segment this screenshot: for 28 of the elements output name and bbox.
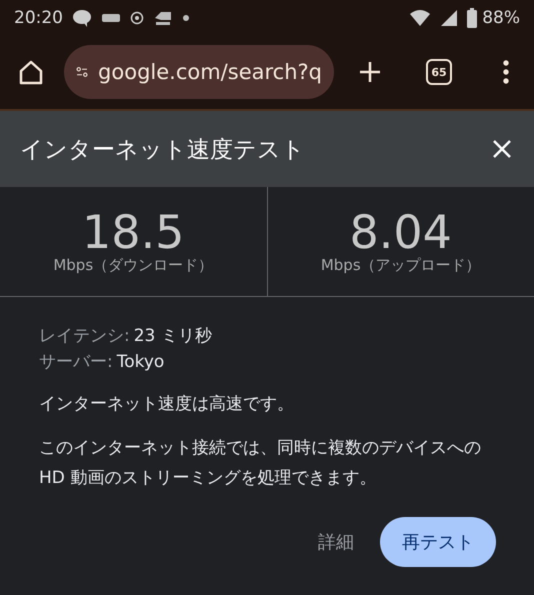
dot-icon — [182, 14, 190, 22]
circle-icon — [130, 10, 144, 24]
speed-unit: Mbps（ダウンロード） — [53, 256, 214, 275]
detail-value: 23 ミリ秒 — [134, 326, 212, 346]
dialog-title: インターネット速度テスト — [20, 136, 305, 164]
chat-bubble-icon — [72, 8, 92, 26]
speed-value: 8.04 — [350, 208, 452, 256]
detail-label: レイテンシ: — [39, 326, 130, 346]
battery-icon — [467, 8, 478, 28]
tab-count[interactable]: 65 — [426, 59, 452, 85]
battery-level: 88% — [482, 8, 520, 28]
url-text: google.com/search?q — [98, 60, 322, 84]
address-bar[interactable]: google.com/search?q — [64, 45, 334, 99]
detail-value: Tokyo — [116, 352, 164, 372]
close-icon[interactable] — [492, 139, 512, 159]
detail-label: サーバー: — [39, 352, 113, 372]
speed-value: 18.5 — [82, 208, 184, 256]
home-icon[interactable] — [18, 59, 44, 85]
summary-text: インターネット速度は高速です。 — [39, 393, 295, 416]
plus-icon[interactable] — [358, 60, 382, 84]
status-time: 20:20 — [14, 8, 63, 28]
speed-unit: Mbps（アップロード） — [320, 256, 481, 275]
retest-button[interactable]: 再テスト — [380, 517, 496, 567]
more-icon[interactable] — [502, 60, 510, 84]
wifi-icon — [409, 8, 432, 26]
details-button[interactable]: 詳細 — [318, 530, 354, 554]
description-text: このインターネット接続では、同時に複数のデバイスへの HD 動画のストリーミングを処理できます。 — [39, 437, 482, 490]
signal-icon — [440, 8, 458, 26]
